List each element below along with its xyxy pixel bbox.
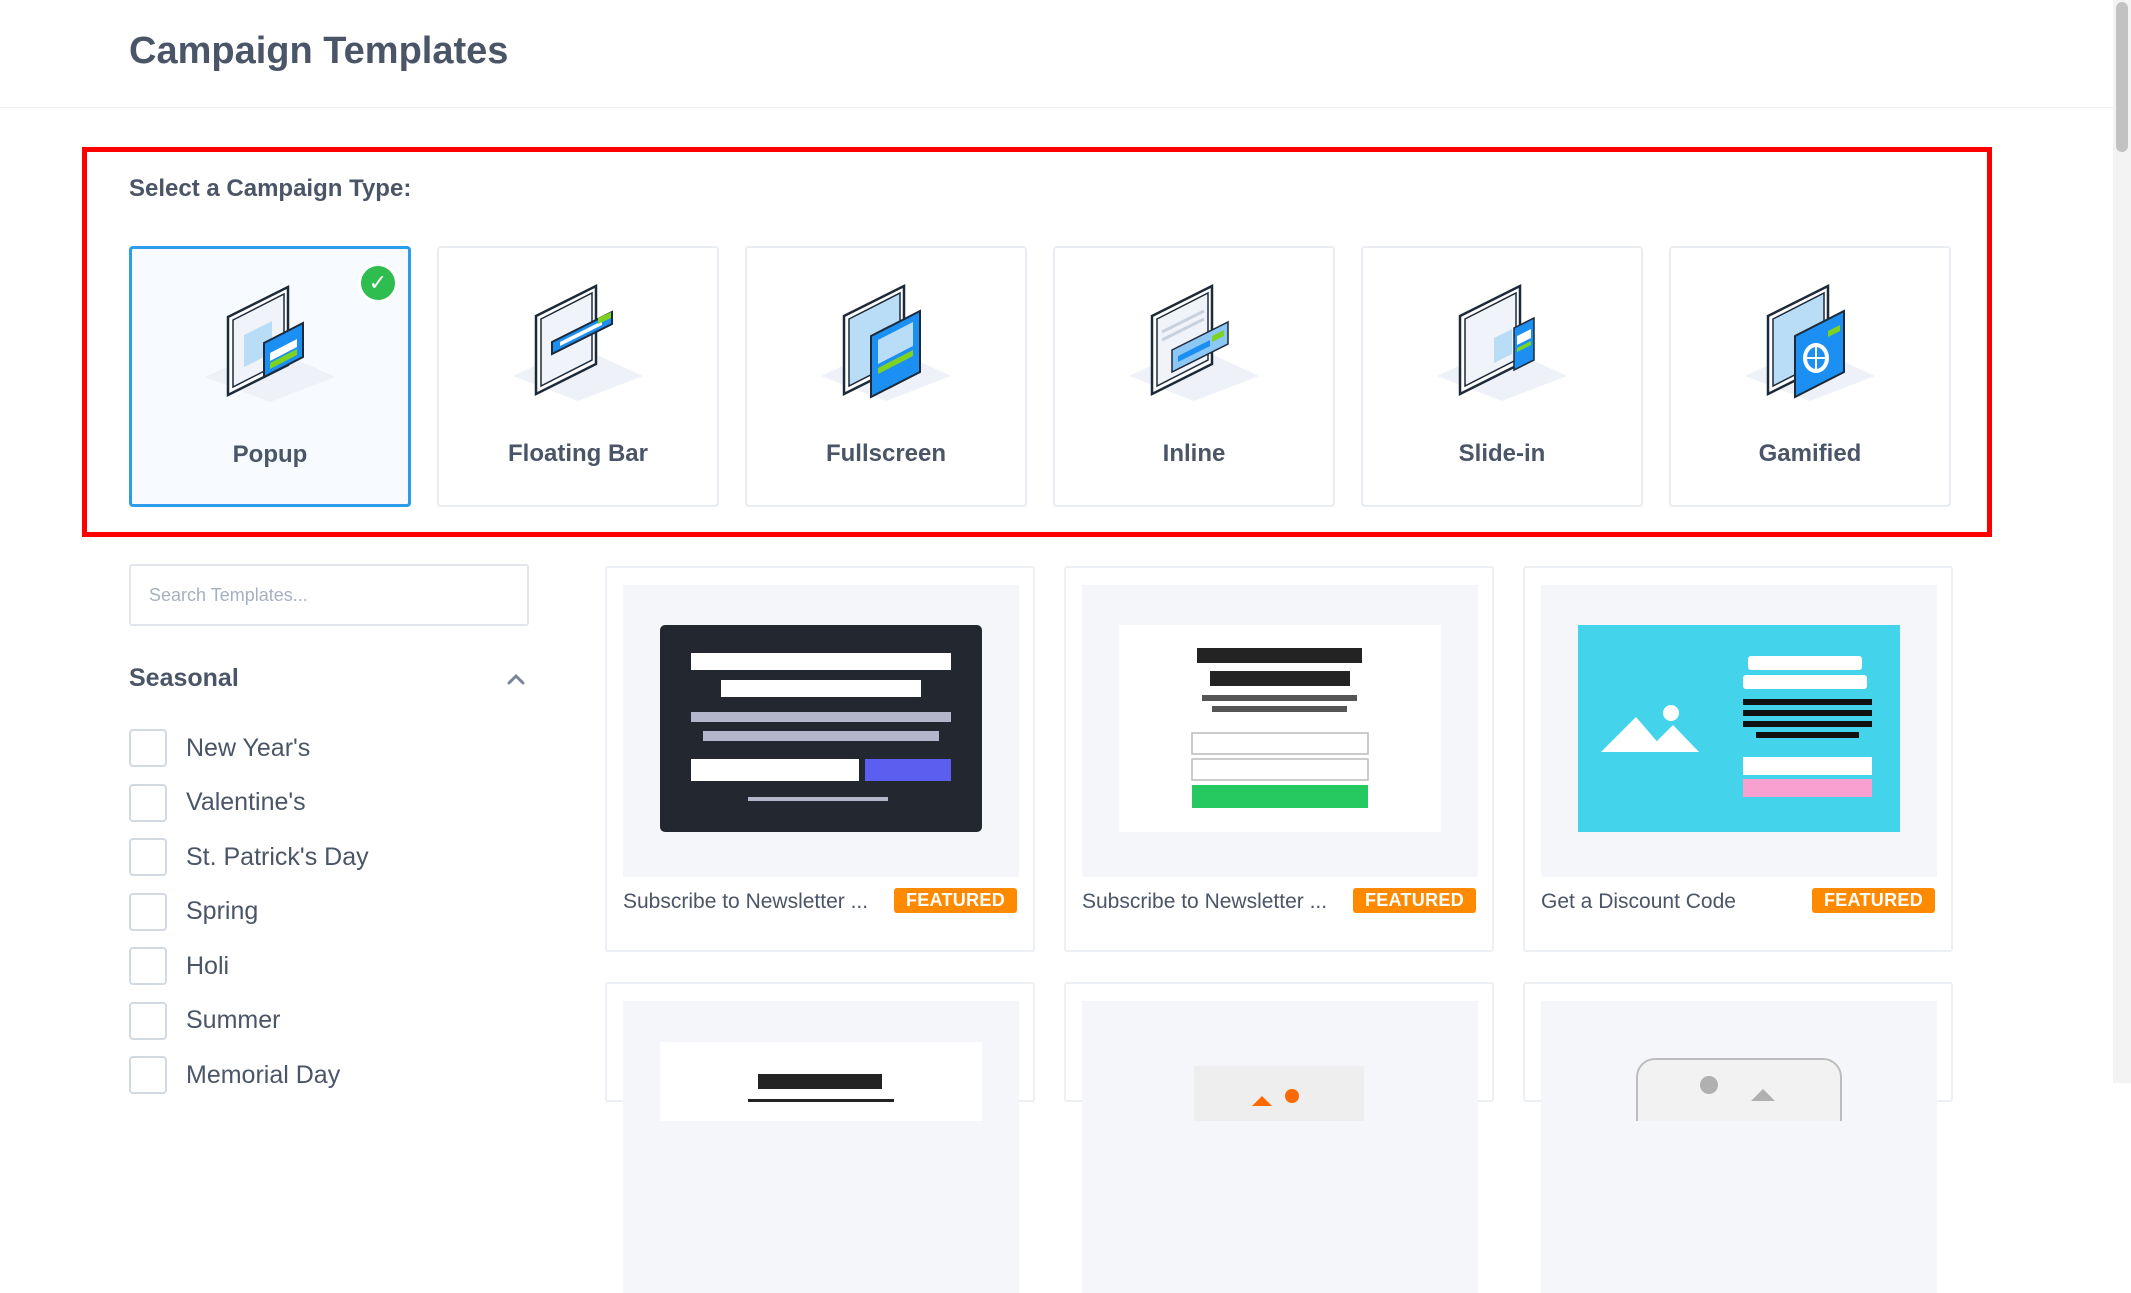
template-card[interactable]: Subscribe to Newsletter ... FEATURED: [1064, 566, 1494, 952]
campaign-type-label: Fullscreen: [825, 440, 947, 467]
newsletter-light-preview-image: [1119, 625, 1441, 832]
slide-in-icon: [1437, 283, 1567, 401]
campaign-type-popup[interactable]: ✓ Popup: [129, 246, 411, 507]
template-card[interactable]: [605, 982, 1035, 1293]
template-preview: [623, 1001, 1019, 1293]
template-preview-image: [1194, 1066, 1364, 1126]
campaign-type-label: Slide-in: [1458, 440, 1546, 467]
checkbox[interactable]: [129, 947, 167, 986]
page-title: Campaign Templates: [129, 30, 509, 72]
scrollbar-thumb[interactable]: [2116, 2, 2128, 152]
template-preview-image: [1636, 1058, 1842, 1140]
template-name: Subscribe to Newsletter ...: [1082, 890, 1328, 913]
campaign-type-gamified[interactable]: Gamified: [1669, 246, 1951, 507]
popup-icon: [205, 284, 335, 402]
featured-badge: FEATURED: [893, 888, 1017, 913]
filter-list: New Year's Valentine's St. Patrick's Day…: [129, 721, 369, 1103]
campaign-type-heading: Select a Campaign Type:: [129, 175, 412, 202]
newsletter-dark-preview-image: [660, 625, 982, 832]
campaign-type-inline[interactable]: Inline: [1053, 246, 1335, 507]
filter-item-holi[interactable]: Holi: [129, 939, 369, 994]
gamified-icon: [1745, 283, 1875, 401]
filter-group-title: Seasonal: [129, 664, 239, 692]
filter-label: Valentine's: [186, 788, 306, 817]
filter-item-spring[interactable]: Spring: [129, 885, 369, 940]
template-preview: [1541, 585, 1937, 877]
template-card[interactable]: [1064, 982, 1494, 1293]
featured-badge: FEATURED: [1811, 888, 1935, 913]
campaign-type-floating-bar[interactable]: Floating Bar: [437, 246, 719, 507]
checkmark-icon: ✓: [358, 263, 398, 303]
filter-label: New Year's: [186, 733, 311, 762]
checkbox[interactable]: [129, 838, 167, 877]
featured-badge: FEATURED: [1352, 888, 1476, 913]
campaign-type-label: Popup: [232, 441, 308, 468]
template-preview: [1541, 1001, 1937, 1293]
floating-bar-icon: [513, 283, 643, 401]
template-preview: [623, 585, 1019, 877]
filter-label: Summer: [186, 1006, 281, 1035]
template-name: Get a Discount Code: [1541, 890, 1736, 913]
checkbox[interactable]: [129, 783, 167, 822]
template-card[interactable]: [1523, 982, 1953, 1293]
fullscreen-icon: [821, 283, 951, 401]
campaign-type-slide-in[interactable]: Slide-in: [1361, 246, 1643, 507]
inline-icon: [1129, 283, 1259, 401]
filter-label: St. Patrick's Day: [186, 842, 369, 871]
discount-preview-image: [1578, 625, 1900, 832]
checkbox[interactable]: [129, 1001, 167, 1040]
checkbox[interactable]: [129, 892, 167, 931]
chevron-up-icon[interactable]: [505, 668, 527, 690]
filter-label: Spring: [186, 897, 259, 926]
campaign-type-label: Gamified: [1758, 440, 1862, 467]
scrollbar[interactable]: [2113, 0, 2131, 1083]
filter-label: Holi: [186, 951, 230, 980]
campaign-type-label: Inline: [1162, 440, 1226, 467]
search-input[interactable]: [129, 564, 529, 626]
template-card[interactable]: Get a Discount Code FEATURED: [1523, 566, 1953, 952]
filter-label: Memorial Day: [186, 1060, 341, 1089]
filter-item-summer[interactable]: Summer: [129, 994, 369, 1049]
checkbox[interactable]: [129, 1056, 167, 1095]
template-preview: [1082, 1001, 1478, 1293]
template-card[interactable]: Subscribe to Newsletter ... FEATURED: [605, 566, 1035, 952]
template-preview: [1082, 585, 1478, 877]
filter-item-valentines[interactable]: Valentine's: [129, 776, 369, 831]
filter-item-st-patricks-day[interactable]: St. Patrick's Day: [129, 830, 369, 885]
page-header: Campaign Templates: [0, 0, 2131, 108]
template-name: Subscribe to Newsletter ...: [623, 890, 869, 913]
template-preview-image: [660, 1042, 982, 1122]
checkbox[interactable]: [129, 729, 167, 768]
filter-item-memorial-day[interactable]: Memorial Day: [129, 1048, 369, 1103]
filter-item-new-years[interactable]: New Year's: [129, 721, 369, 776]
campaign-type-fullscreen[interactable]: Fullscreen: [745, 246, 1027, 507]
campaign-type-label: Floating Bar: [507, 440, 648, 467]
